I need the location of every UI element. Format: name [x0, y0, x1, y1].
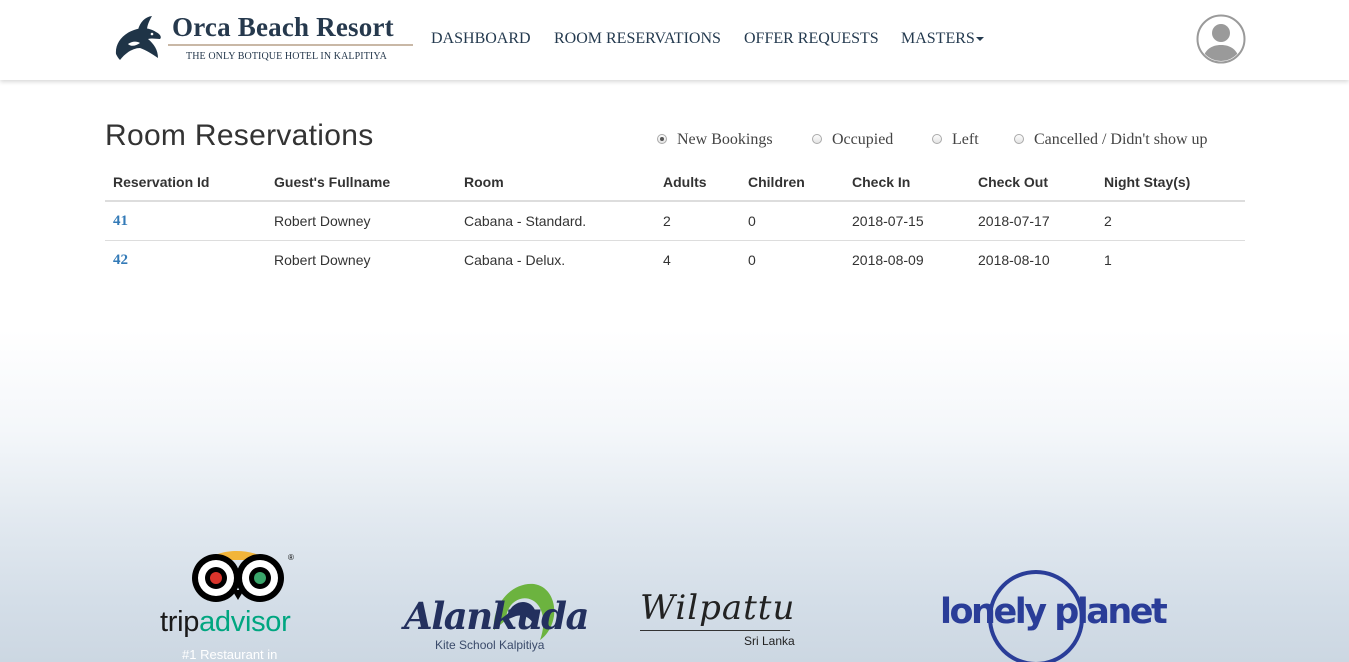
nav-masters-label: MASTERS	[901, 30, 975, 47]
check-in-cell: 2018-08-09	[852, 252, 924, 268]
nights-cell: 2	[1096, 201, 1245, 241]
lonely-planet-logo: lonely planet	[940, 568, 1168, 662]
guest-name-cell: Robert Downey	[266, 201, 456, 241]
column-header: Children	[740, 164, 844, 202]
reservations-table: Reservation Id Guest's Fullname Room Adu…	[105, 164, 1245, 279]
tripadvisor-logo: ® tripadvisor #1 Restaurant in	[160, 546, 330, 662]
adults-cell: 2	[655, 201, 740, 241]
wilpattu-divider	[640, 630, 790, 631]
radio-checked-icon[interactable]	[657, 134, 667, 144]
tripadvisor-wordmark: tripadvisor	[160, 606, 291, 639]
caret-down-icon	[975, 37, 984, 42]
alankuda-wordmark: Alankuda	[404, 594, 590, 638]
tripadvisor-subtitle: #1 Restaurant in	[182, 647, 278, 662]
column-header: Reservation Id	[105, 164, 266, 202]
tripadvisor-owl-icon: ®	[192, 551, 294, 602]
reservation-status-filter: New Bookings Occupied Left Cancelled / D…	[0, 131, 1349, 151]
radio-unchecked-icon[interactable]	[932, 134, 942, 144]
column-header: Room	[456, 164, 655, 202]
guest-name-cell: Robert Downey	[274, 252, 371, 268]
adults-cell: 4	[663, 252, 671, 268]
check-out-cell: 2018-07-17	[970, 201, 1096, 241]
table-row: 42 Robert Downey Cabana - Delux. 4 0 201…	[105, 241, 1245, 280]
brand-tagline: THE ONLY BOTIQUE HOTEL IN KALPITIYA	[186, 51, 387, 62]
table-header-row: Reservation Id Guest's Fullname Room Adu…	[105, 164, 1245, 202]
column-header: Check Out	[970, 164, 1096, 202]
wilpattu-wordmark: Wilpattu	[640, 588, 796, 628]
reservation-id-cell: 41	[105, 201, 266, 241]
children-cell: 0	[748, 252, 756, 268]
filter-label: Cancelled / Didn't show up	[1034, 131, 1208, 148]
wilpattu-logo: Wilpattu Sri Lanka	[640, 588, 800, 654]
column-header: Adults	[655, 164, 740, 202]
orca-logo-icon	[115, 16, 161, 60]
column-header: Night Stay(s)	[1096, 164, 1245, 202]
check-out-cell: 2018-08-10	[978, 252, 1050, 268]
column-header: Check In	[844, 164, 970, 202]
brand-logo[interactable]: Orca Beach Resort THE ONLY BOTIQUE HOTEL…	[112, 12, 417, 64]
check-in-cell: 2018-07-15	[844, 201, 970, 241]
nights-cell: 1	[1104, 252, 1112, 268]
nav-dashboard[interactable]: DASHBOARD	[431, 30, 531, 48]
brand-divider	[168, 44, 413, 46]
column-header: Guest's Fullname	[266, 164, 456, 202]
alankuda-logo: Alankuda Kite School Kalpitiya	[404, 576, 590, 662]
nav-room-reservations[interactable]: ROOM RESERVATIONS	[554, 30, 721, 48]
reservation-id-link[interactable]: 42	[113, 252, 128, 268]
children-cell: 0	[740, 201, 844, 241]
radio-unchecked-icon[interactable]	[1014, 134, 1024, 144]
room-cell: Cabana - Standard.	[456, 201, 655, 241]
reservation-id-cell: 42	[105, 241, 266, 280]
radio-unchecked-icon[interactable]	[812, 134, 822, 144]
tripadvisor-trip: trip	[160, 606, 200, 638]
tripadvisor-advisor: advisor	[199, 606, 291, 638]
nav-masters-dropdown[interactable]: MASTERS	[901, 30, 984, 48]
room-cell: Cabana - Delux.	[464, 252, 566, 268]
brand-name: Orca Beach Resort	[172, 12, 394, 42]
nav-offer-requests[interactable]: OFFER REQUESTS	[744, 30, 879, 48]
svg-text:®: ®	[288, 553, 294, 562]
alankuda-subtitle: Kite School Kalpitiya	[435, 638, 545, 652]
wilpattu-subtitle: Sri Lanka	[744, 634, 795, 648]
table-row: 41 Robert Downey Cabana - Standard. 2 0 …	[105, 201, 1245, 241]
filter-label: New Bookings	[677, 131, 773, 148]
reservation-id-link[interactable]: 41	[113, 213, 128, 229]
user-avatar-icon[interactable]	[1196, 14, 1246, 64]
filter-label: Occupied	[832, 131, 894, 148]
top-navbar: Orca Beach Resort THE ONLY BOTIQUE HOTEL…	[0, 0, 1349, 80]
lonely-planet-wordmark: lonely planet	[940, 592, 1168, 632]
filter-label: Left	[952, 131, 979, 148]
